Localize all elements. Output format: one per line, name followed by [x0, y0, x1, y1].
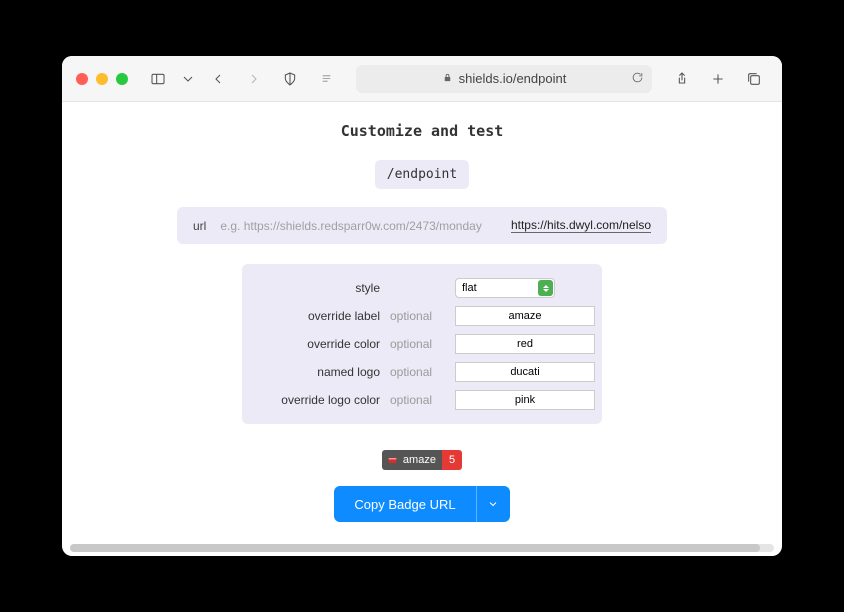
horizontal-scrollbar[interactable] — [70, 544, 774, 552]
address-bar[interactable]: shields.io/endpoint — [356, 65, 652, 93]
copy-button-label: Copy Badge URL — [334, 486, 475, 522]
style-select[interactable]: flat — [455, 278, 555, 298]
back-button[interactable] — [204, 66, 232, 92]
address-text: shields.io/endpoint — [459, 71, 567, 86]
copy-badge-url-button[interactable]: Copy Badge URL — [334, 486, 509, 522]
optional-hint: optional — [390, 365, 445, 379]
scrollbar-thumb[interactable] — [70, 544, 760, 552]
override-logo-color-label: override logo color — [260, 393, 380, 407]
options-panel: style flat override label optional overr… — [242, 264, 602, 424]
forward-button[interactable] — [240, 66, 268, 92]
chevron-down-icon — [487, 498, 499, 510]
url-label: url — [193, 219, 206, 233]
privacy-shield-icon[interactable] — [276, 66, 304, 92]
titlebar: shields.io/endpoint — [62, 56, 782, 102]
override-color-input[interactable] — [455, 334, 595, 354]
optional-hint: optional — [390, 393, 445, 407]
zoom-window-button[interactable] — [116, 73, 128, 85]
endpoint-chip: /endpoint — [375, 160, 469, 189]
tab-overview-button[interactable] — [740, 66, 768, 92]
reload-button[interactable] — [631, 71, 644, 87]
copy-dropdown-button[interactable] — [476, 486, 510, 522]
browser-window: shields.io/endpoint Customize and test /… — [62, 56, 782, 556]
style-label: style — [260, 281, 380, 295]
url-placeholder: e.g. https://shields.redsparr0w.com/2473… — [220, 219, 497, 233]
share-button[interactable] — [668, 66, 696, 92]
url-input[interactable]: https://hits.dwyl.com/nelso — [511, 218, 651, 233]
close-window-button[interactable] — [76, 73, 88, 85]
minimize-window-button[interactable] — [96, 73, 108, 85]
override-label-label: override label — [260, 309, 380, 323]
badge-label: amaze — [403, 450, 436, 470]
optional-hint: optional — [390, 337, 445, 351]
sidebar-toggle-button[interactable] — [144, 66, 172, 92]
url-input-row: url e.g. https://shields.redsparr0w.com/… — [177, 207, 667, 244]
tab-group-dropdown[interactable] — [180, 66, 196, 92]
override-color-label: override color — [260, 337, 380, 351]
lock-icon — [442, 71, 453, 86]
badge: amaze 5 — [382, 450, 462, 470]
badge-preview: amaze 5 — [62, 450, 782, 470]
reader-mode-icon[interactable] — [312, 66, 340, 92]
named-logo-input[interactable] — [455, 362, 595, 382]
optional-hint: optional — [390, 309, 445, 323]
page-content: Customize and test /endpoint url e.g. ht… — [62, 102, 782, 556]
ducati-logo-icon — [386, 454, 399, 467]
page-title: Customize and test — [62, 122, 782, 140]
override-logo-color-input[interactable] — [455, 390, 595, 410]
new-tab-button[interactable] — [704, 66, 732, 92]
window-controls — [76, 73, 128, 85]
named-logo-label: named logo — [260, 365, 380, 379]
badge-message: 5 — [442, 450, 462, 470]
override-label-input[interactable] — [455, 306, 595, 326]
